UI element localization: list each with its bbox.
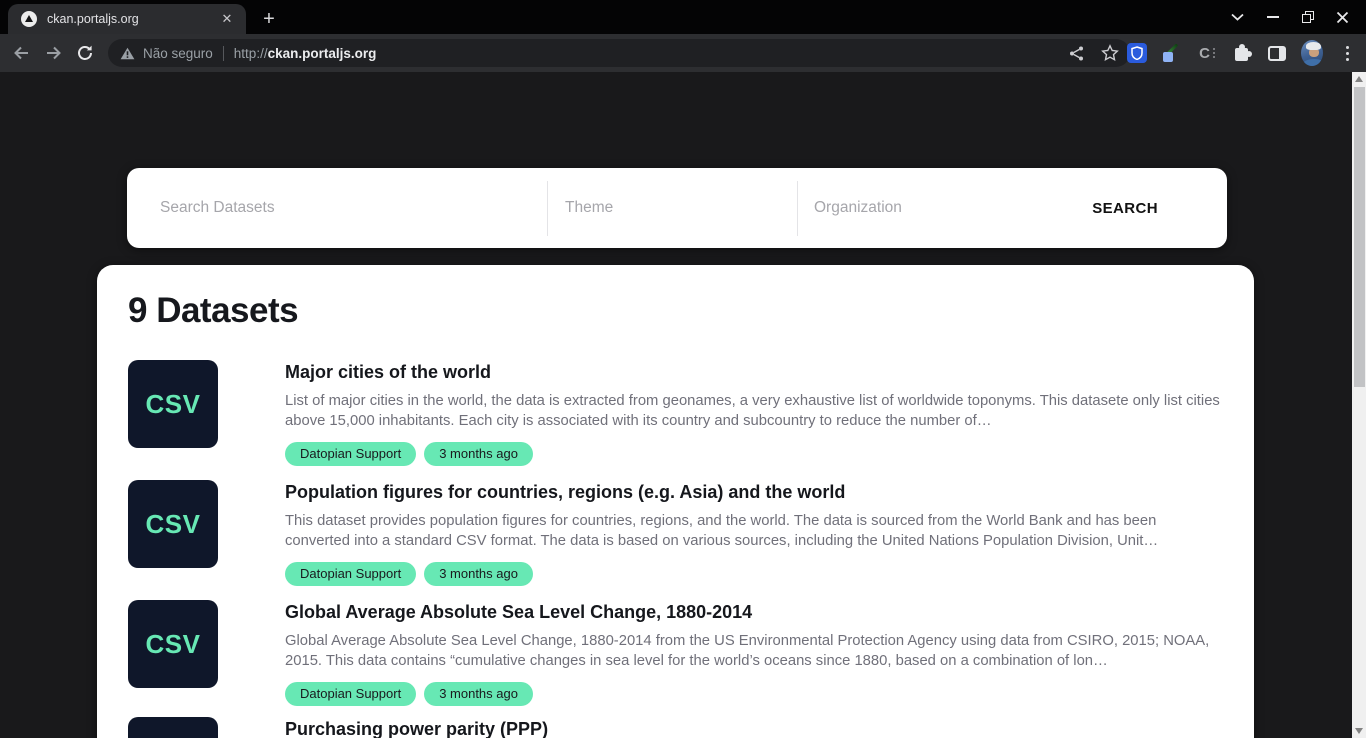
dataset-description: This dataset provides population figures… bbox=[285, 511, 1223, 551]
dataset-description: Global Average Absolute Sea Level Change… bbox=[285, 631, 1223, 671]
page-scrollbar[interactable] bbox=[1352, 72, 1366, 738]
page-content: SEARCH 9 Datasets CSV Major cities of th… bbox=[0, 72, 1366, 738]
dataset-row: CSV Global Average Absolute Sea Level Ch… bbox=[128, 600, 1223, 712]
search-divider bbox=[797, 181, 798, 236]
extensions-puzzle-icon[interactable] bbox=[1231, 42, 1253, 64]
bookmark-star-icon[interactable] bbox=[1100, 43, 1120, 63]
profile-avatar[interactable] bbox=[1301, 42, 1323, 64]
address-bar[interactable]: Não seguro http://ckan.portaljs.org bbox=[108, 39, 1130, 67]
search-panel: SEARCH bbox=[127, 168, 1227, 248]
updated-time-badge: 3 months ago bbox=[424, 682, 533, 706]
forward-button[interactable] bbox=[38, 38, 68, 68]
search-divider bbox=[547, 181, 548, 236]
dataset-title-link[interactable]: Major cities of the world bbox=[285, 360, 1223, 384]
tab-title: ckan.portaljs.org bbox=[47, 12, 218, 26]
side-panel-icon[interactable] bbox=[1266, 42, 1288, 64]
theme-input[interactable] bbox=[565, 168, 785, 248]
scrollbar-thumb[interactable] bbox=[1354, 87, 1365, 387]
dataset-title-link[interactable]: Purchasing power parity (PPP) bbox=[285, 717, 1223, 738]
color-picker-extension-icon[interactable] bbox=[1161, 42, 1183, 64]
close-window-button[interactable] bbox=[1325, 4, 1360, 30]
updated-time-badge: 3 months ago bbox=[424, 562, 533, 586]
browser-menu-dots-icon[interactable] bbox=[1336, 42, 1358, 64]
csv-format-icon: CSV bbox=[128, 717, 218, 738]
search-button[interactable]: SEARCH bbox=[1092, 168, 1158, 248]
reload-button[interactable] bbox=[70, 38, 100, 68]
bitwarden-extension-icon[interactable] bbox=[1126, 42, 1148, 64]
restore-button[interactable] bbox=[1290, 4, 1325, 30]
share-icon[interactable] bbox=[1066, 43, 1086, 63]
dataset-title-link[interactable]: Population figures for countries, region… bbox=[285, 480, 1223, 504]
browser-toolbar: Não seguro http://ckan.portaljs.org bbox=[0, 34, 1366, 72]
window-controls bbox=[1220, 4, 1360, 30]
tab-close-icon[interactable]: ✕ bbox=[218, 10, 236, 28]
site-favicon-icon bbox=[21, 11, 37, 27]
tab-search-chevron-icon[interactable] bbox=[1220, 4, 1255, 30]
colorzilla-extension-icon[interactable]: C bbox=[1196, 42, 1218, 64]
organization-input[interactable] bbox=[814, 168, 1014, 248]
minimize-button[interactable] bbox=[1255, 4, 1290, 30]
browser-tab[interactable]: ckan.portaljs.org ✕ bbox=[8, 4, 246, 34]
organization-badge[interactable]: Datopian Support bbox=[285, 442, 416, 466]
results-panel: 9 Datasets CSV Major cities of the world… bbox=[97, 265, 1254, 738]
omnibox-divider bbox=[223, 46, 224, 61]
scroll-down-arrow-icon[interactable] bbox=[1352, 724, 1366, 738]
organization-badge[interactable]: Datopian Support bbox=[285, 682, 416, 706]
back-button[interactable] bbox=[6, 38, 36, 68]
search-datasets-input[interactable] bbox=[160, 168, 535, 248]
extensions-area: C bbox=[1126, 34, 1358, 72]
new-tab-button[interactable]: + bbox=[256, 6, 282, 32]
dataset-row: CSV Purchasing power parity (PPP) bbox=[128, 717, 1223, 738]
results-count-heading: 9 Datasets bbox=[128, 291, 298, 331]
csv-format-icon: CSV bbox=[128, 360, 218, 448]
dataset-title-link[interactable]: Global Average Absolute Sea Level Change… bbox=[285, 600, 1223, 624]
organization-badge[interactable]: Datopian Support bbox=[285, 562, 416, 586]
csv-format-icon: CSV bbox=[128, 480, 218, 568]
csv-format-icon: CSV bbox=[128, 600, 218, 688]
dataset-row: CSV Major cities of the world List of ma… bbox=[128, 360, 1223, 472]
not-secure-warning-icon bbox=[120, 47, 135, 60]
scroll-up-arrow-icon[interactable] bbox=[1352, 72, 1366, 86]
dataset-row: CSV Population figures for countries, re… bbox=[128, 480, 1223, 592]
dataset-description: List of major cities in the world, the d… bbox=[285, 391, 1223, 431]
tab-strip: ckan.portaljs.org ✕ + bbox=[0, 0, 1366, 34]
security-label: Não seguro bbox=[143, 46, 213, 61]
url-text[interactable]: http://ckan.portaljs.org bbox=[234, 46, 377, 61]
updated-time-badge: 3 months ago bbox=[424, 442, 533, 466]
